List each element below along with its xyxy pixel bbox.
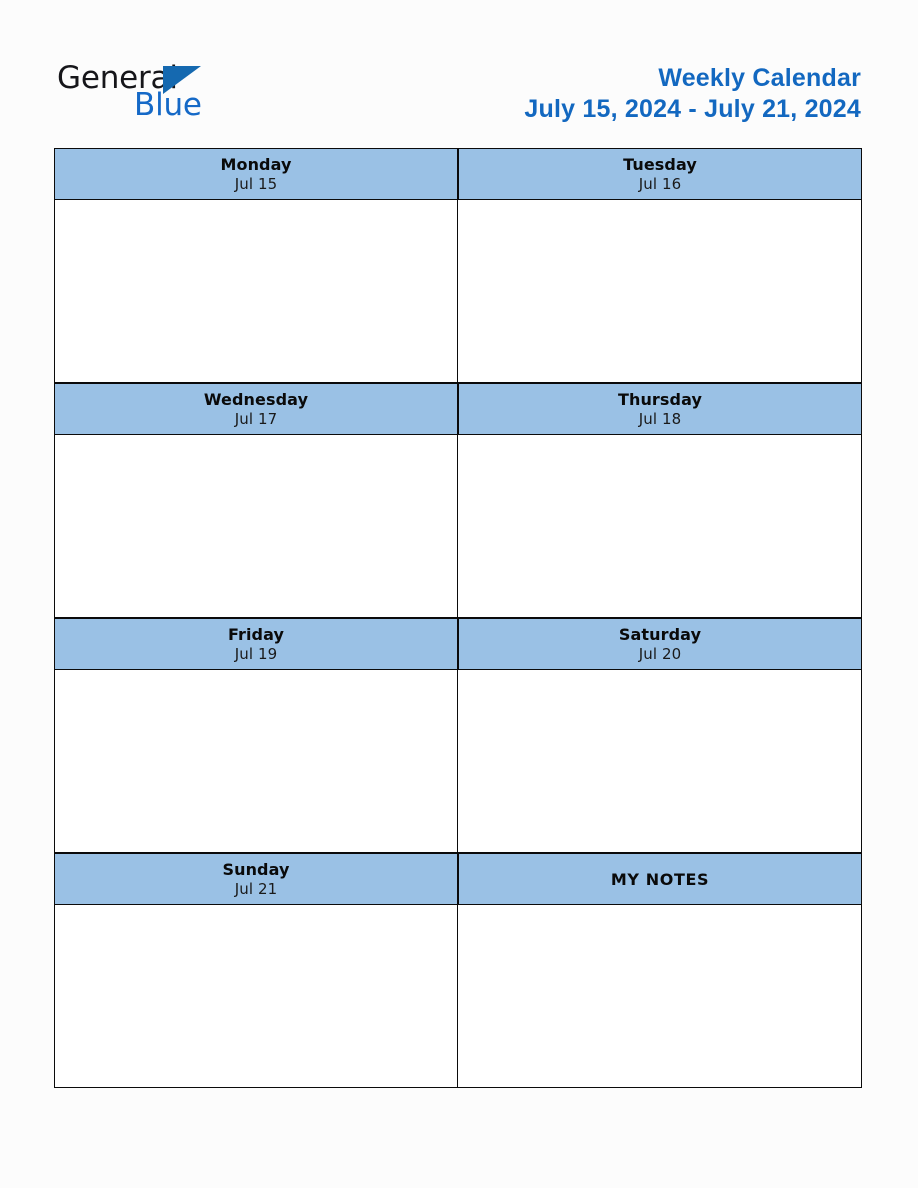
general-blue-logo: General Blue bbox=[57, 62, 237, 124]
header-row: Wednesday Jul 17 Thursday Jul 18 bbox=[54, 383, 862, 435]
notes-header-cell: MY NOTES bbox=[458, 853, 862, 905]
date-range-subtitle: July 15, 2024 - July 21, 2024 bbox=[524, 95, 861, 123]
header-row: Monday Jul 15 Tuesday Jul 16 bbox=[54, 148, 862, 200]
day-header-cell: Tuesday Jul 16 bbox=[458, 148, 862, 200]
day-date-label: Jul 16 bbox=[638, 175, 682, 193]
page-title: Weekly Calendar bbox=[658, 64, 861, 92]
day-body-cell bbox=[458, 670, 862, 853]
day-body-cell bbox=[54, 200, 458, 383]
day-date-label: Jul 19 bbox=[234, 645, 278, 663]
writing-area-wednesday[interactable] bbox=[54, 435, 458, 618]
day-header-cell: Saturday Jul 20 bbox=[458, 618, 862, 670]
notes-header: MY NOTES bbox=[458, 853, 862, 905]
day-header-thursday: Thursday Jul 18 bbox=[458, 383, 862, 435]
writing-area-monday[interactable] bbox=[54, 200, 458, 383]
day-name-label: Thursday bbox=[617, 390, 703, 409]
calendar-grid: Monday Jul 15 Tuesday Jul 16 Wednesday J… bbox=[54, 148, 862, 1088]
day-header-saturday: Saturday Jul 20 bbox=[458, 618, 862, 670]
notes-title-label: MY NOTES bbox=[610, 869, 710, 889]
day-header-cell: Sunday Jul 21 bbox=[54, 853, 458, 905]
day-body-cell bbox=[54, 670, 458, 853]
day-header-monday: Monday Jul 15 bbox=[54, 148, 458, 200]
day-header-cell: Friday Jul 19 bbox=[54, 618, 458, 670]
day-header-cell: Wednesday Jul 17 bbox=[54, 383, 458, 435]
writing-area-tuesday[interactable] bbox=[458, 200, 862, 383]
writing-area-sunday[interactable] bbox=[54, 905, 458, 1088]
day-name-label: Friday bbox=[227, 625, 285, 644]
title-block: Weekly Calendar July 15, 2024 - July 21,… bbox=[524, 63, 861, 125]
day-body-cell bbox=[54, 905, 458, 1088]
writing-area-notes[interactable] bbox=[458, 905, 862, 1088]
day-name-label: Tuesday bbox=[623, 155, 697, 174]
page-header: General Blue Weekly Calendar July 15, 20… bbox=[0, 0, 918, 149]
day-body-cell bbox=[54, 435, 458, 618]
writing-area-saturday[interactable] bbox=[458, 670, 862, 853]
day-header-cell: Thursday Jul 18 bbox=[458, 383, 862, 435]
weekly-calendar-page: General Blue Weekly Calendar July 15, 20… bbox=[0, 0, 918, 1188]
header-row: Friday Jul 19 Saturday Jul 20 bbox=[54, 618, 862, 670]
day-header-cell: Monday Jul 15 bbox=[54, 148, 458, 200]
day-header-tuesday: Tuesday Jul 16 bbox=[458, 148, 862, 200]
day-name-label: Saturday bbox=[618, 625, 702, 644]
notes-body-cell bbox=[458, 905, 862, 1088]
day-date-label: Jul 15 bbox=[234, 175, 278, 193]
writing-row bbox=[54, 200, 862, 383]
day-body-cell bbox=[458, 435, 862, 618]
logo-word-blue: Blue bbox=[134, 87, 202, 123]
day-date-label: Jul 21 bbox=[234, 880, 278, 898]
writing-area-friday[interactable] bbox=[54, 670, 458, 853]
header-row: Sunday Jul 21 MY NOTES bbox=[54, 853, 862, 905]
day-name-label: Sunday bbox=[222, 860, 290, 879]
day-header-friday: Friday Jul 19 bbox=[54, 618, 458, 670]
writing-row bbox=[54, 670, 862, 853]
day-header-sunday: Sunday Jul 21 bbox=[54, 853, 458, 905]
day-header-wednesday: Wednesday Jul 17 bbox=[54, 383, 458, 435]
day-name-label: Monday bbox=[220, 155, 292, 174]
writing-row bbox=[54, 905, 862, 1088]
writing-area-thursday[interactable] bbox=[458, 435, 862, 618]
day-name-label: Wednesday bbox=[203, 390, 309, 409]
day-date-label: Jul 20 bbox=[638, 645, 682, 663]
writing-row bbox=[54, 435, 862, 618]
day-date-label: Jul 18 bbox=[638, 410, 682, 428]
day-body-cell bbox=[458, 200, 862, 383]
day-date-label: Jul 17 bbox=[234, 410, 278, 428]
